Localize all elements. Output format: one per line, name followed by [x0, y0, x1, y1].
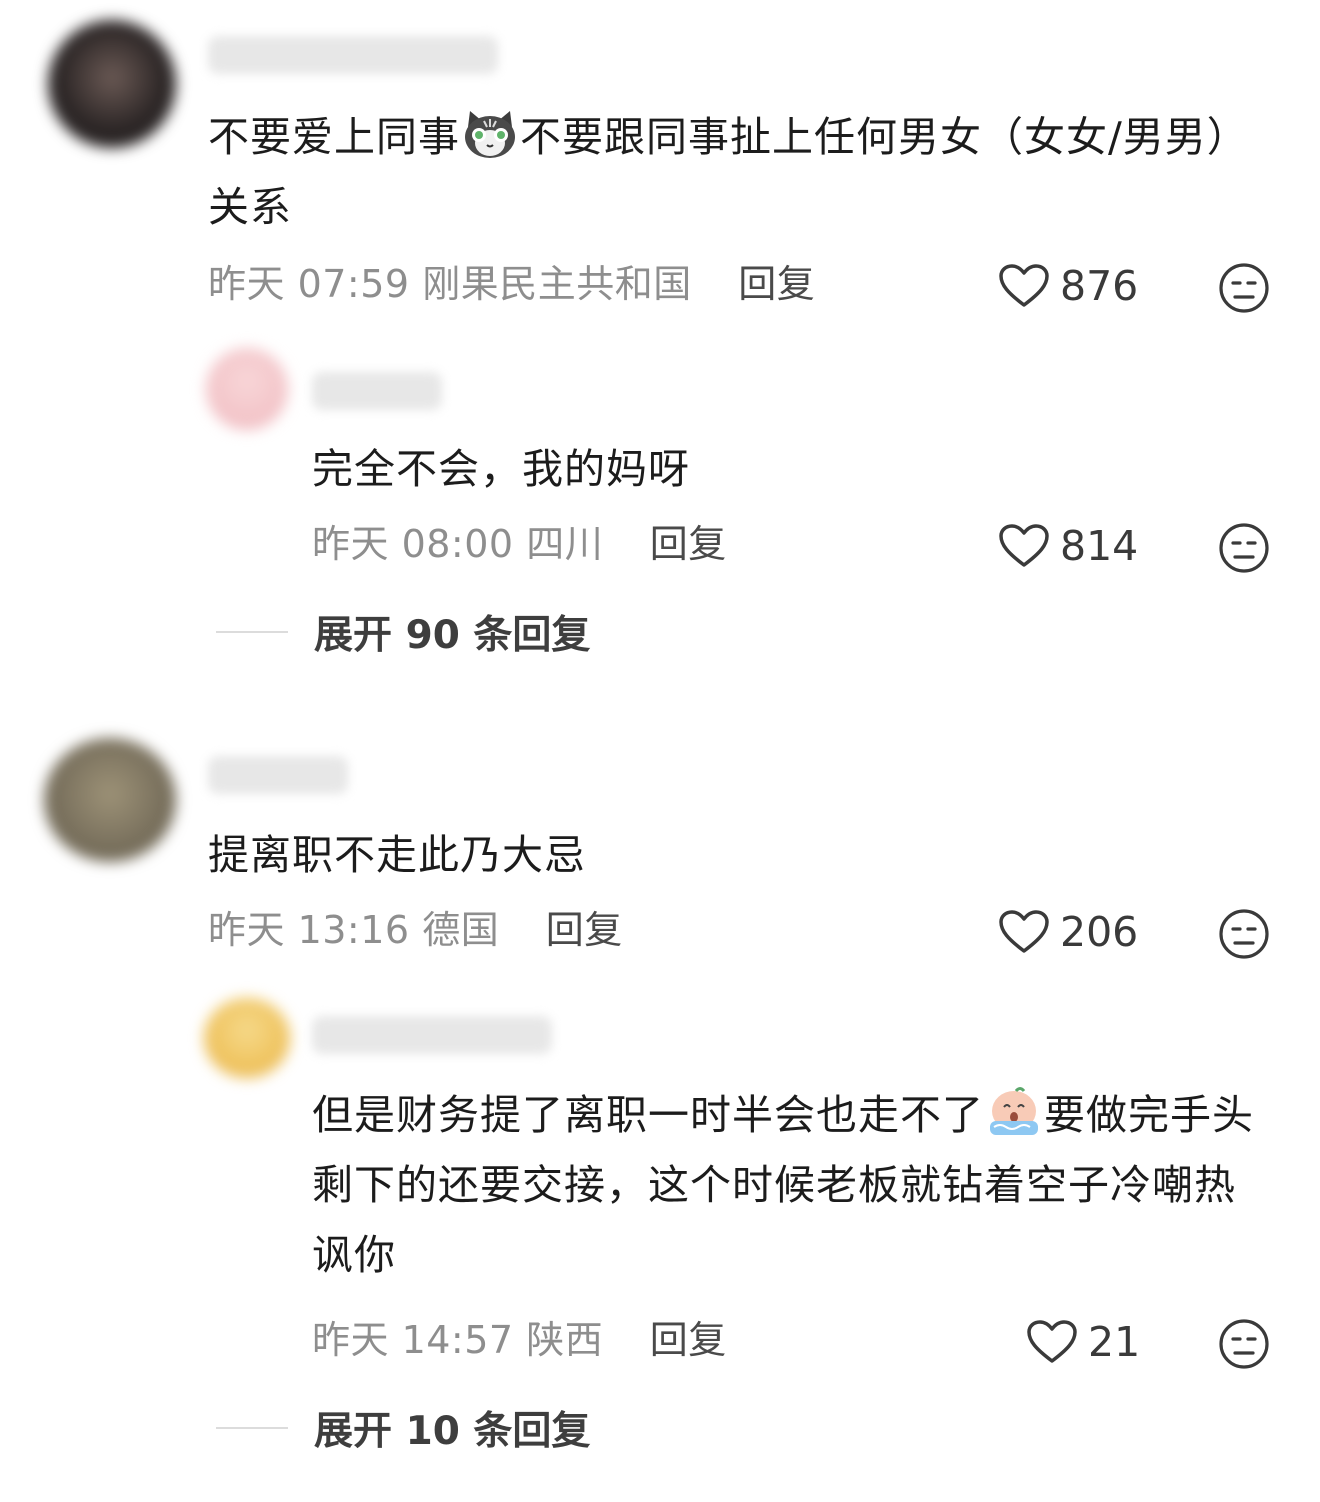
- reply-location: 陕西: [526, 1318, 604, 1362]
- comment-list: 不要爱上同事 不要跟同事扯上任何男女（女女/男男）关系 昨天 07:59 刚果民主…: [0, 0, 1320, 1502]
- divider-line: [216, 1427, 288, 1429]
- reply-location: 四川: [526, 522, 604, 566]
- like-button[interactable]: 206: [998, 908, 1138, 956]
- comment-location: 德国: [422, 908, 500, 952]
- expand-replies-button[interactable]: 展开 90 条回复: [216, 604, 590, 660]
- like-button[interactable]: 876: [998, 262, 1138, 310]
- reply-button[interactable]: 回复: [650, 522, 727, 566]
- reply-meta: 昨天 08:00 四川 回复: [312, 519, 727, 569]
- reply-button[interactable]: 回复: [650, 1318, 727, 1362]
- comment-text: 提离职不走此乃大忌: [208, 831, 586, 879]
- like-button[interactable]: 814: [998, 522, 1138, 570]
- reply-time: 昨天 14:57: [312, 1318, 514, 1362]
- meh-face-icon[interactable]: [1218, 522, 1270, 574]
- reply-text: 但是财务提了离职一时半会也走不了 要做完手头剩下的还要交接，这个时候老板就钻着空子…: [312, 1080, 1272, 1290]
- avatar[interactable]: [204, 998, 290, 1078]
- heart-outline-icon: [999, 910, 1049, 953]
- expand-replies-button[interactable]: 展开 10 条回复: [216, 1400, 590, 1456]
- like-count: 206: [1060, 908, 1139, 956]
- heart-outline-icon: [999, 264, 1049, 307]
- username-blurred[interactable]: [312, 1016, 552, 1054]
- meh-face-icon[interactable]: [1218, 1318, 1270, 1370]
- reply-meta: 昨天 14:57 陕西 回复: [312, 1315, 727, 1365]
- like-count: 876: [1060, 262, 1139, 310]
- comment-text: 不要爱上同事 不要跟同事扯上任何男女（女女/男男）关系: [208, 102, 1268, 242]
- avatar[interactable]: [44, 738, 176, 862]
- like-count: 21: [1088, 1318, 1141, 1366]
- meh-face-icon[interactable]: [1218, 262, 1270, 314]
- comment-location: 刚果民主共和国: [422, 262, 692, 306]
- heart-outline-icon: [1027, 1320, 1077, 1363]
- username-blurred[interactable]: [208, 756, 348, 794]
- comment-text-part1: 不要爱上同事: [208, 113, 460, 161]
- username-blurred[interactable]: [208, 36, 498, 74]
- comment-meta: 昨天 07:59 刚果民主共和国 回复: [208, 259, 815, 309]
- crying-emoji-icon: [990, 1087, 1038, 1135]
- divider-line: [216, 631, 288, 633]
- comment-meta: 昨天 13:16 德国 回复: [208, 905, 623, 955]
- comment-time: 昨天 13:16: [208, 908, 410, 952]
- cat-emoji-icon: [465, 111, 515, 158]
- heart-outline-icon: [999, 524, 1049, 567]
- avatar[interactable]: [206, 348, 288, 430]
- expand-replies-label: 展开 90 条回复: [314, 613, 591, 658]
- expand-replies-label: 展开 10 条回复: [314, 1409, 591, 1454]
- meh-face-icon[interactable]: [1218, 908, 1270, 960]
- reply-button[interactable]: 回复: [546, 908, 623, 952]
- reply-text: 完全不会，我的妈呀: [312, 445, 690, 493]
- reply-button[interactable]: 回复: [738, 262, 815, 306]
- avatar[interactable]: [48, 20, 176, 148]
- like-button[interactable]: 21: [1026, 1318, 1140, 1366]
- comment-time: 昨天 07:59: [208, 262, 410, 306]
- username-blurred[interactable]: [312, 372, 442, 410]
- reply-text-part1: 但是财务提了离职一时半会也走不了: [312, 1091, 984, 1139]
- like-count: 814: [1060, 522, 1139, 570]
- reply-time: 昨天 08:00: [312, 522, 514, 566]
